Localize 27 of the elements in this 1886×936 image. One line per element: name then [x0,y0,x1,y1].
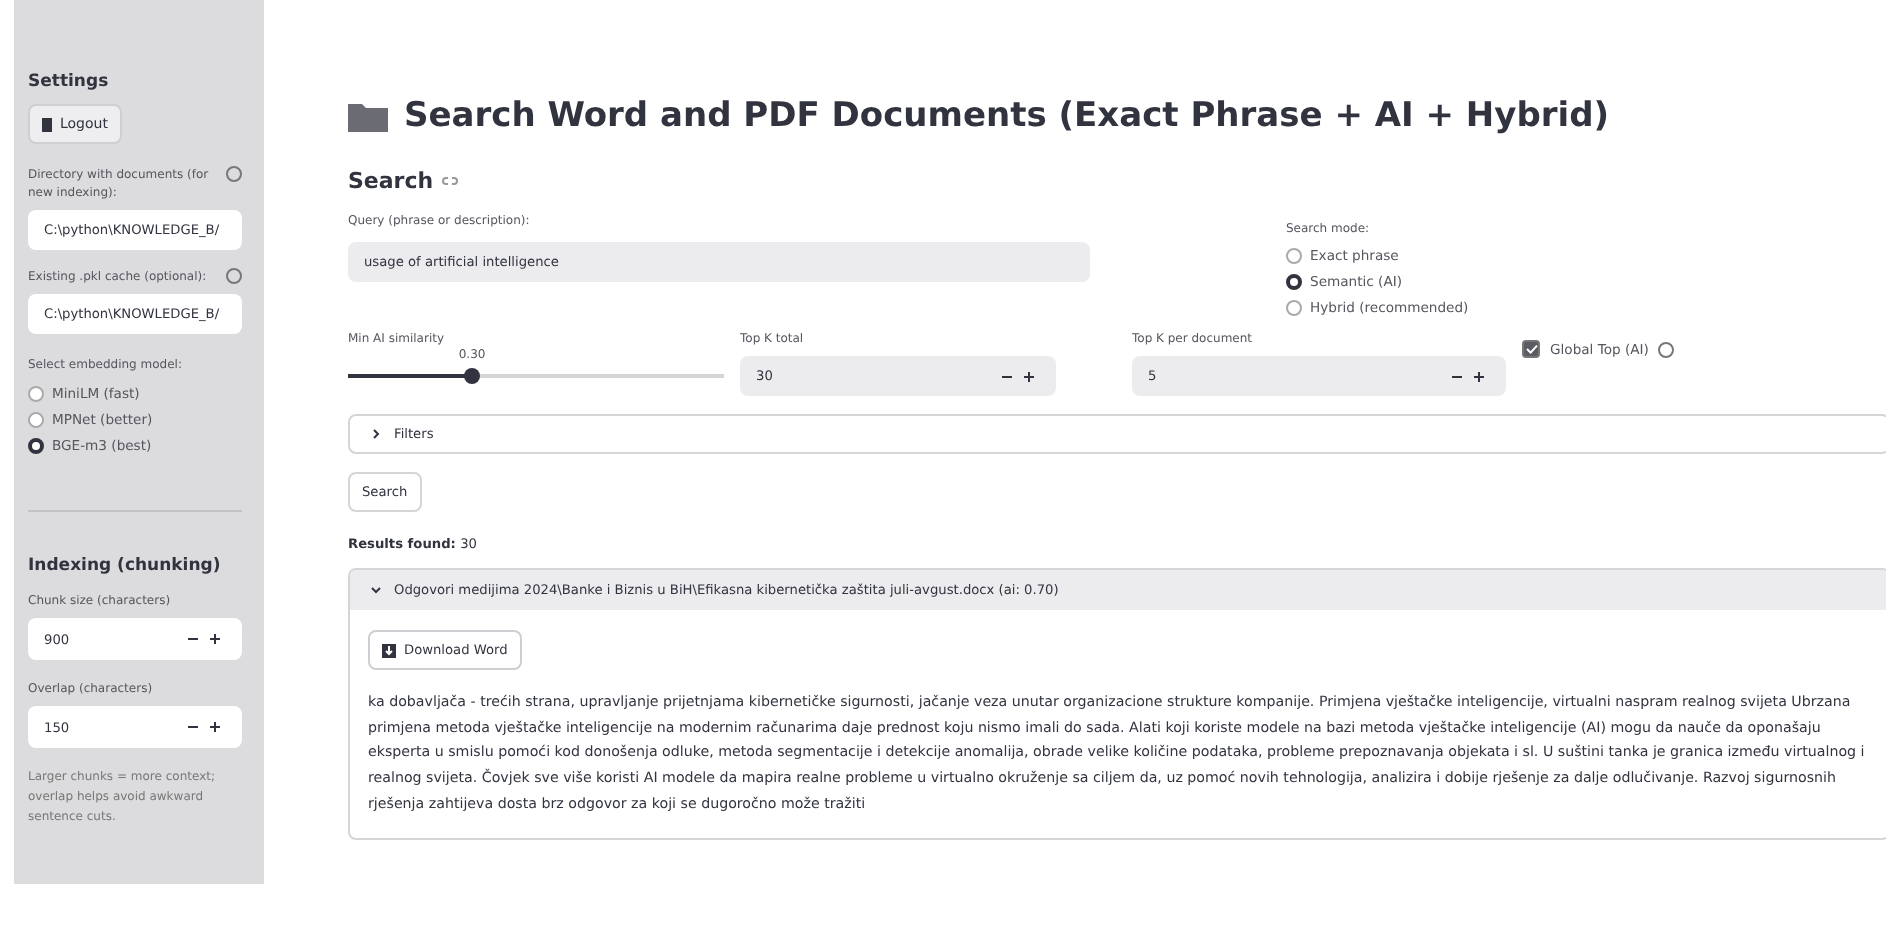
help-icon[interactable] [1658,341,1675,357]
section-title: Search [348,168,1886,194]
folder-icon [348,100,388,132]
minus-button[interactable] [996,371,1018,381]
help-icon[interactable] [226,166,242,182]
minus-button[interactable] [182,722,204,732]
plus-button[interactable] [204,634,226,644]
plus-icon [210,634,220,644]
section-title: Indexing (chunking) [28,556,223,576]
minus-icon [188,634,198,644]
plus-icon [1024,371,1034,381]
minus-button[interactable] [1446,371,1468,381]
help-icon[interactable] [226,268,242,284]
slider-thumb[interactable] [464,368,481,384]
minus-icon [188,722,198,732]
plus-button[interactable] [1468,371,1490,381]
plus-button[interactable] [1018,371,1040,381]
minus-button[interactable] [182,634,204,644]
sidebar-title: Settings [28,72,111,92]
plus-icon [210,722,220,732]
minus-icon [1002,371,1012,381]
minus-icon [1452,371,1462,381]
plus-button[interactable] [204,722,226,732]
plus-icon [1474,371,1484,381]
download-icon [382,643,396,657]
page-title: Search Word and PDF Documents (Exact Phrase + AI + Hybrid) [348,96,1886,136]
link-icon[interactable] [441,176,458,186]
